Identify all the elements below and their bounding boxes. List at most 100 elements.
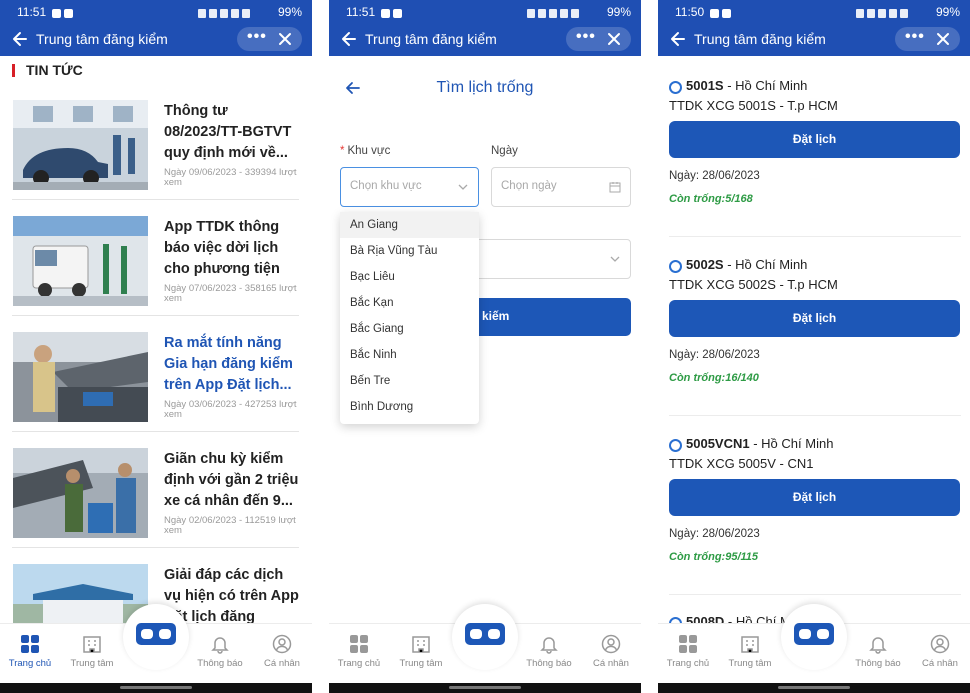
nav-profile-label: Cá nhân [922,658,958,669]
news-item[interactable]: Ra mắt tính năng Gia hạn đăng kiểm trên … [12,322,299,432]
news-item[interactable]: Thông tư 08/2023/TT-BGTVT quy định mới v… [12,90,299,200]
close-icon[interactable] [278,32,292,46]
region-option[interactable]: Bến Tre [340,368,479,394]
radio-circle-icon[interactable] [669,260,682,273]
nav-profile[interactable]: Cá nhân [581,634,641,669]
radio-circle-icon[interactable] [669,439,682,452]
section-title: TIN TỨC [26,62,83,78]
nav-home[interactable]: Trang chủ [658,634,718,669]
mini-app-capsule: ••• [566,27,631,51]
profile-icon [272,634,292,654]
news-headline[interactable]: Ra mắt tính năng Gia hạn đăng kiểm trên … [164,333,304,396]
nav-notifications-label: Thông báo [197,658,243,669]
news-thumbnail-image [13,448,148,538]
nav-home[interactable]: Trang chủ [329,634,389,669]
station-title: 5005VCN1 - Hồ Chí Minh [686,436,834,451]
vr-center-button[interactable] [452,604,518,670]
home-grid-icon [350,635,368,653]
vr-center-button[interactable] [123,604,189,670]
gesture-bar [329,683,641,693]
region-option[interactable]: Bắc Giang [340,316,479,342]
more-options-button[interactable]: ••• [905,28,925,46]
battery-level: 99% [606,5,631,19]
mini-app-capsule: ••• [895,27,960,51]
building-icon [741,636,759,653]
date-label: Ngày [491,145,518,157]
region-option[interactable]: Bắc Ninh [340,342,479,368]
nav-home-label: Trang chủ [666,658,710,669]
page-title: Tìm lịch trống [436,79,534,96]
news-meta: Ngày 09/06/2023 - 339394 lượt xem [164,167,297,188]
status-time: 11:51 [17,5,47,19]
nav-notifications[interactable]: Thông báo [848,634,908,669]
region-option[interactable]: Bà Rịa Vũng Tàu [340,238,479,264]
region-option[interactable]: Bạc Liêu [340,264,479,290]
app-title: Trung tâm đăng kiểm [694,31,826,47]
nav-profile-label: Cá nhân [264,658,300,669]
region-option[interactable]: Bình Dương [340,394,479,420]
region-option[interactable]: Bắc Kạn [340,290,479,316]
battery-level: 99% [277,5,302,19]
book-appointment-button[interactable]: Đặt lịch [669,300,960,337]
region-option[interactable]: An Giang [340,212,479,238]
app-bar: Trung tâm đăng kiểm ••• [658,24,970,56]
signal-wifi-icons [856,7,922,18]
news-thumbnail-image [13,100,148,190]
news-thumbnail-image [13,332,148,422]
station-date: Ngày: 28/06/2023 [669,528,760,540]
close-icon[interactable] [936,32,950,46]
back-arrow-icon[interactable] [339,29,359,49]
nav-profile[interactable]: Cá nhân [252,634,312,669]
news-headline[interactable]: Giãn chu kỳ kiểm định với gần 2 triệu xe… [164,449,304,512]
vr-goggles-icon [465,623,505,645]
nav-home-label: Trang chủ [337,658,381,669]
more-options-button[interactable]: ••• [576,28,596,46]
close-icon[interactable] [607,32,621,46]
profile-icon [601,634,621,654]
nav-center[interactable]: Trung tâm [62,634,122,669]
nav-center[interactable]: Trung tâm [720,634,780,669]
nav-center-label: Trung tâm [728,658,772,669]
notification-icons [710,7,734,18]
vr-center-button[interactable] [781,604,847,670]
date-picker[interactable]: Chọn ngày [491,167,631,207]
available-slots: Còn trống:95/115 [669,551,759,563]
news-headline[interactable]: Giải đáp các dịch vụ hiện có trên App Đặ… [164,565,304,628]
profile-icon [930,634,950,654]
nav-home-label: Trang chủ [8,658,52,669]
nav-profile[interactable]: Cá nhân [910,634,970,669]
news-item[interactable]: App TTDK thông báo việc dời lịch cho phư… [12,206,299,316]
building-icon [412,636,430,653]
bottom-navigation: Trang chủ Trung tâm Thông báo Cá nhân [329,604,641,683]
app-title: Trung tâm đăng kiểm [365,31,497,47]
back-arrow-icon[interactable] [10,29,30,49]
nav-notifications[interactable]: Thông báo [519,634,579,669]
news-headline[interactable]: App TTDK thông báo việc dời lịch cho phư… [164,217,304,280]
news-item[interactable]: Giãn chu kỳ kiểm định với gần 2 triệu xe… [12,438,299,548]
date-placeholder: Chọn ngày [501,180,557,192]
nav-home[interactable]: Trang chủ [0,634,60,669]
radio-circle-icon[interactable] [669,81,682,94]
status-time: 11:51 [346,5,376,19]
status-bar: 11:50 99% [658,0,970,24]
book-appointment-button[interactable]: Đặt lịch [669,121,960,158]
notification-icons [381,7,405,18]
news-headline[interactable]: Thông tư 08/2023/TT-BGTVT quy định mới v… [164,101,304,164]
phone-screen-news: 11:51 99% Trung tâm đăng kiểm ••• TIN TỨ… [0,0,312,693]
chevron-down-icon [458,184,468,190]
more-options-button[interactable]: ••• [247,28,267,46]
station-date: Ngày: 28/06/2023 [669,349,760,361]
divider [669,594,961,595]
back-arrow-icon[interactable] [668,29,688,49]
nav-center[interactable]: Trung tâm [391,634,451,669]
bell-icon [869,637,887,654]
search-button-label: kiếm [482,309,510,323]
bottom-navigation: Trang chủ Trung tâm Thông báo Cá nhân [0,604,312,683]
nav-notifications[interactable]: Thông báo [190,634,250,669]
nav-center-label: Trung tâm [399,658,443,669]
book-appointment-button[interactable]: Đặt lịch [669,479,960,516]
region-label: * Khu vực [340,145,391,157]
station-name: TTDK XCG 5002S - T.p HCM [669,277,838,292]
region-select[interactable]: Chọn khu vực [340,167,479,207]
calendar-icon [609,182,621,193]
